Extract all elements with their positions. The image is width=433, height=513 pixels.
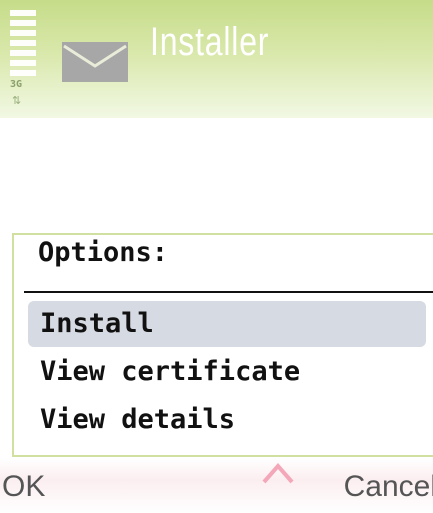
app-title: Installer [150, 20, 270, 64]
data-transfer-icon: ⇅ [12, 94, 22, 107]
envelope-icon [62, 42, 128, 82]
options-menu: Options: Install View certificate View d… [12, 233, 433, 457]
status-pane: 3G ⇅ Installer [0, 0, 433, 118]
network-type-label: 3G [10, 79, 23, 90]
menu-item-view-details[interactable]: View details [28, 397, 426, 443]
options-divider [24, 291, 433, 293]
options-title: Options: [38, 237, 169, 268]
menu-item-view-certificate[interactable]: View certificate [28, 349, 426, 395]
scroll-up-icon [262, 462, 294, 484]
softkey-bar: OK Cancel [0, 458, 433, 513]
ok-softkey[interactable]: OK [2, 470, 45, 504]
cancel-softkey[interactable]: Cancel [344, 470, 433, 504]
menu-item-install[interactable]: Install [28, 301, 426, 347]
